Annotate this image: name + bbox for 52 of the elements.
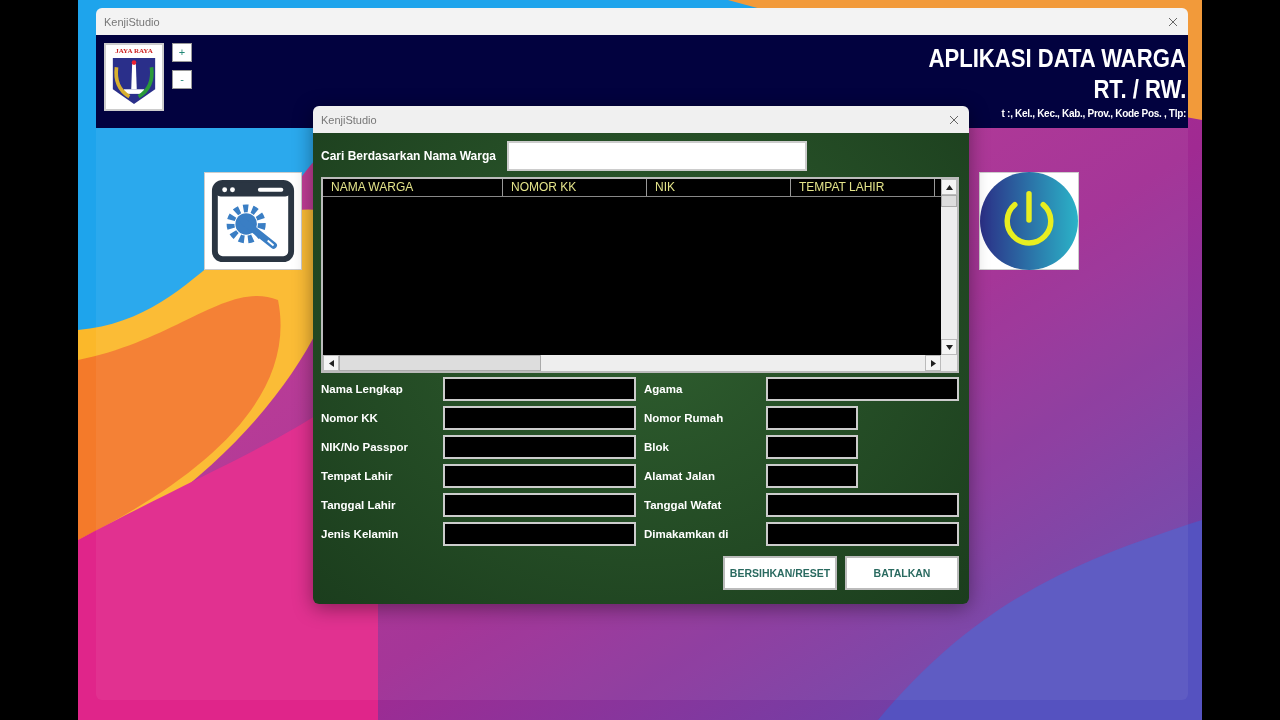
address-line: t :, Kel., Kec., Kab., Prov., Kode Pos. , Tlp: <box>1001 108 1186 119</box>
input-field[interactable] <box>443 377 636 401</box>
app-subtitle: RT. / RW. <box>1093 73 1186 105</box>
search-label: Cari Berdasarkan Nama Warga <box>321 149 496 163</box>
input-field[interactable] <box>443 464 636 488</box>
zoom-button[interactable]: + <box>172 43 192 62</box>
field-label: Tanggal Lahir <box>321 499 397 511</box>
power-button[interactable] <box>979 172 1079 270</box>
input-field[interactable] <box>766 377 959 401</box>
horizontal-scrollbar[interactable] <box>323 355 957 371</box>
column-header[interactable]: NAMA WARGA <box>323 179 503 196</box>
field-label: NIK/No Passpor <box>321 441 409 453</box>
settings-button[interactable] <box>204 172 302 270</box>
field-label: Dimakamkan di <box>644 528 730 540</box>
monument-icon <box>111 55 157 107</box>
input-field[interactable] <box>443 522 636 546</box>
left-arrow-icon[interactable] <box>328 359 334 367</box>
input-field[interactable] <box>443 493 636 517</box>
input-field[interactable] <box>766 464 858 488</box>
input-field[interactable] <box>766 493 959 517</box>
field-label: Blok <box>644 441 670 453</box>
app-title: APLIKASI DATA WARGA <box>928 43 1186 73</box>
input-field[interactable] <box>443 406 636 430</box>
field-label: Tempat Lahir <box>321 470 394 482</box>
field-label: Tanggal Wafat <box>644 499 723 511</box>
field-label: Nomor Rumah <box>644 412 725 424</box>
dialog-title: KenjiStudio <box>321 113 377 126</box>
input-field[interactable] <box>766 406 858 430</box>
action-button[interactable]: BATALKAN <box>845 556 959 590</box>
input-field[interactable] <box>443 435 636 459</box>
down-arrow-icon[interactable] <box>945 344 953 350</box>
close-icon[interactable] <box>949 114 959 125</box>
zoom-button[interactable]: - <box>172 70 192 89</box>
scroll-thumb[interactable] <box>941 195 957 207</box>
scroll-thumb[interactable] <box>339 355 541 371</box>
action-button[interactable]: BERSIHKAN/RESET <box>723 556 837 590</box>
input-field[interactable] <box>766 522 959 546</box>
right-arrow-icon[interactable] <box>930 359 936 367</box>
field-label: Nomor KK <box>321 412 379 424</box>
column-header[interactable]: TEMPAT LAHIR <box>791 179 935 196</box>
up-arrow-icon[interactable] <box>945 184 953 190</box>
input-field[interactable] <box>766 435 858 459</box>
close-icon[interactable] <box>1168 16 1178 27</box>
field-label: Jenis Kelamin <box>321 528 400 540</box>
window-title: KenjiStudio <box>104 15 160 28</box>
vertical-scrollbar[interactable] <box>941 179 957 355</box>
search-field[interactable] <box>506 141 807 171</box>
column-header[interactable]: NOMOR KK <box>503 179 647 196</box>
column-header[interactable]: NIK <box>647 179 791 196</box>
field-label: Agama <box>644 383 684 395</box>
field-label: Nama Lengkap <box>321 383 404 395</box>
field-label: Alamat Jalan <box>644 470 716 482</box>
